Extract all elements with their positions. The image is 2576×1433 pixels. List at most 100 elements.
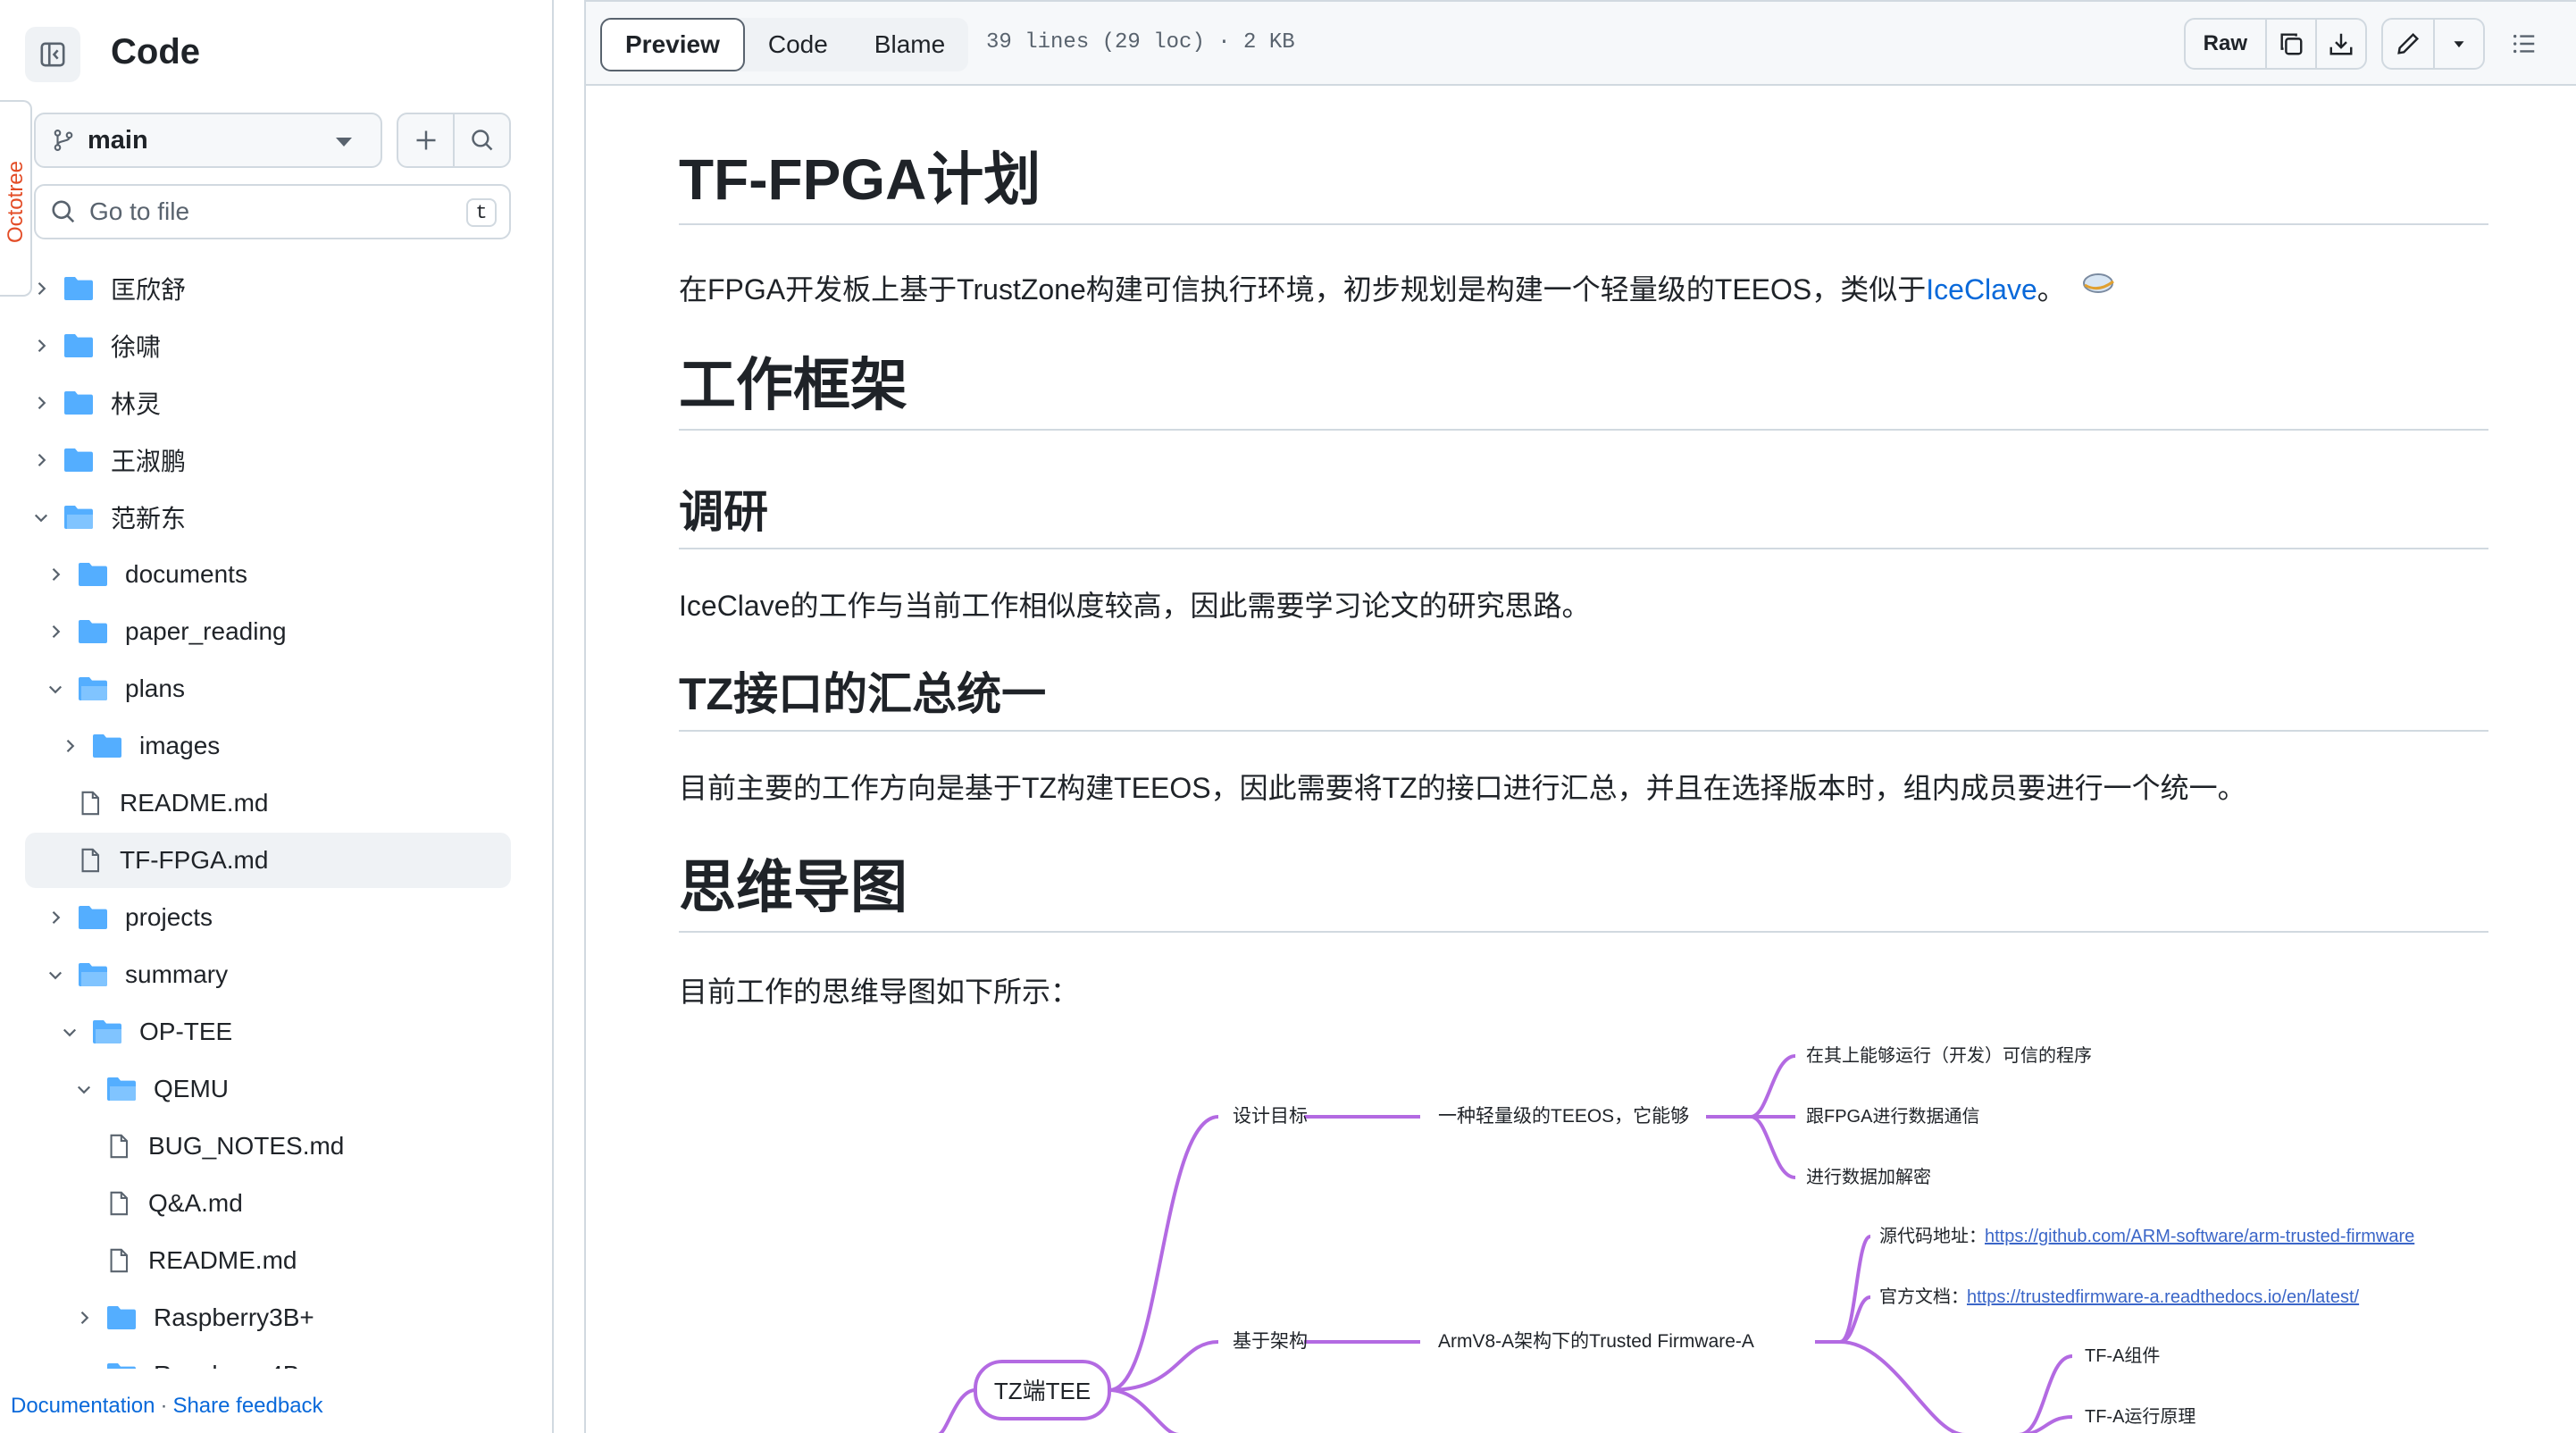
chevron-right-icon[interactable]	[32, 451, 50, 469]
chevron-right-icon[interactable]	[75, 1366, 93, 1369]
list-unordered-icon	[2513, 34, 2535, 54]
tree-folder-item[interactable]: Raspberry4B	[25, 1347, 511, 1369]
add-file-button[interactable]	[398, 114, 455, 166]
documentation-link[interactable]: Documentation	[11, 1394, 155, 1418]
tree-item-label: README.md	[120, 789, 269, 817]
search-code-button[interactable]	[455, 114, 509, 166]
folder-open-icon	[64, 506, 93, 529]
interface-paragraph: 目前主要的工作方向是基于TZ构建TEEOS，因此需要将TZ的接口进行汇总，并且在…	[679, 772, 2246, 804]
tree-item-label: Raspberry4B	[154, 1361, 299, 1369]
chevron-right-icon[interactable]	[46, 909, 64, 926]
tab-preview[interactable]: Preview	[600, 18, 745, 71]
tree-folder-item[interactable]: projects	[25, 890, 511, 945]
tree-file-item[interactable]: README.md	[25, 1233, 511, 1288]
mindmap-connector	[937, 1388, 976, 1433]
file-tree-sidebar: Code Octotree main Go to file t 匡欣舒 徐啸 林灵王…	[0, 0, 554, 1433]
iceclave-link[interactable]: IceClave	[1926, 273, 2037, 306]
octotree-label: Octotree	[4, 160, 28, 244]
tfa-item: TF-A组件	[2085, 1345, 2160, 1366]
docs-link[interactable]: https://trustedfirmware-a.readthedocs.io…	[1967, 1287, 2360, 1307]
tree-file-item[interactable]: BUG_NOTES.md	[25, 1119, 511, 1174]
folder-icon	[79, 620, 107, 643]
folder-icon	[79, 906, 107, 929]
heading-mindmap: 思维导图	[679, 856, 2488, 934]
raw-button[interactable]: Raw	[2186, 20, 2265, 68]
chevron-down-icon[interactable]	[46, 966, 64, 984]
share-feedback-link[interactable]: Share feedback	[172, 1394, 322, 1418]
tree-folder-item[interactable]: Raspberry3B+	[25, 1290, 511, 1345]
tree-item-label: paper_reading	[125, 617, 287, 645]
tree-folder-item[interactable]: documents	[25, 547, 511, 602]
chevron-down-icon[interactable]	[46, 680, 64, 698]
heading-interface: TZ接口的汇总统一	[679, 670, 2488, 732]
tree-item-label: projects	[125, 903, 213, 931]
tree-folder-item[interactable]: images	[25, 718, 511, 774]
tree-folder-item[interactable]: OP-TEE	[25, 1004, 511, 1060]
outline-button[interactable]	[2499, 18, 2549, 70]
chevron-right-icon[interactable]	[32, 337, 50, 355]
folder-icon	[107, 1363, 136, 1369]
goal-node: 设计目标	[1233, 1106, 1308, 1127]
tree-file-item[interactable]: Q&A.md	[25, 1176, 511, 1231]
tree-item-label: Q&A.md	[148, 1189, 243, 1217]
tree-folder-item[interactable]: summary	[25, 947, 511, 1002]
go-to-file-placeholder: Go to file	[89, 197, 190, 225]
tree-folder-item[interactable]: plans	[25, 661, 511, 716]
mindmap-connector	[1108, 1340, 1219, 1392]
folder-icon	[64, 391, 93, 415]
branch-selector[interactable]: main	[34, 113, 382, 168]
tree-folder-item[interactable]: paper_reading	[25, 604, 511, 659]
docs-label: 官方文档：	[1879, 1286, 1969, 1307]
tree-file-item[interactable]: TF-FPGA.md	[25, 833, 511, 888]
tree-file-item[interactable]: README.md	[25, 775, 511, 831]
copy-raw-button[interactable]	[2265, 20, 2315, 68]
tree-folder-item[interactable]: QEMU	[25, 1061, 511, 1117]
file-icon	[81, 848, 100, 873]
goal-item: 跟FPGA进行数据通信	[1806, 1106, 1979, 1127]
file-toolbar: Preview Code Blame 39 lines (29 loc) · 2…	[586, 2, 2576, 86]
chevron-right-icon[interactable]	[32, 280, 50, 297]
collapse-sidebar-button[interactable]	[25, 27, 80, 82]
go-to-file-input[interactable]: Go to file t	[34, 184, 511, 239]
download-button[interactable]	[2315, 20, 2365, 68]
file-meta: 39 lines (29 loc) · 2 KB	[986, 30, 1295, 54]
file-icon	[110, 1134, 129, 1159]
edit-options-button[interactable]	[2433, 20, 2483, 68]
sidebar-footer: Documentation · Share feedback	[11, 1394, 323, 1419]
goal-item: 在其上能够运行（开发）可信的程序	[1806, 1045, 2092, 1066]
chevron-right-icon[interactable]	[75, 1309, 93, 1327]
mindmap-connector	[1839, 1340, 1966, 1433]
file-icon	[81, 791, 100, 816]
mindmap-image: TZ端TEE 设计目标 一种轻量级的TEEOS，它能够 在其上能够运行（开发）可…	[937, 1045, 2414, 1433]
footer-separator: ·	[160, 1394, 168, 1418]
chevron-right-icon[interactable]	[46, 623, 64, 641]
chevron-right-icon[interactable]	[46, 566, 64, 583]
chevron-down-icon[interactable]	[32, 508, 50, 526]
edit-file-button[interactable]	[2383, 20, 2433, 68]
tab-code[interactable]: Code	[745, 18, 851, 71]
root-node: TZ端TEE	[974, 1360, 1111, 1420]
chevron-right-icon[interactable]	[61, 737, 79, 755]
tree-item-label: 范新东	[111, 505, 187, 532]
tree-item-label: 王淑鹏	[111, 448, 187, 475]
tree-folder-item[interactable]: 匡欣舒	[25, 261, 511, 316]
tree-folder-item[interactable]: 徐啸	[25, 318, 511, 373]
tree-folder-item[interactable]: 林灵	[25, 375, 511, 431]
download-icon	[2329, 33, 2353, 55]
chevron-down-icon[interactable]	[61, 1023, 79, 1041]
sidebar-title: Code	[111, 32, 200, 71]
chevron-down-icon[interactable]	[75, 1080, 93, 1098]
mindmap-connector	[2018, 1354, 2073, 1433]
tab-blame[interactable]: Blame	[851, 18, 968, 71]
tree-folder-item[interactable]: 王淑鹏	[25, 432, 511, 488]
branch-icon	[54, 130, 73, 151]
intro-end: 。	[2037, 273, 2066, 306]
arch-node: 基于架构	[1233, 1331, 1308, 1352]
intro-paragraph: 在FPGA开发板上基于TrustZone构建可信执行环境，初步规划是构建一个轻量…	[679, 270, 2117, 310]
tree-item-label: README.md	[148, 1246, 297, 1274]
tree-folder-item[interactable]: 范新东	[25, 490, 511, 545]
source-link[interactable]: https://github.com/ARM-software/arm-trus…	[1985, 1227, 2414, 1246]
file-tree: 匡欣舒 徐啸 林灵王淑鹏范新东 documents paper_readingplans…	[0, 261, 554, 1369]
chevron-right-icon[interactable]	[32, 394, 50, 412]
folder-icon	[107, 1306, 136, 1329]
